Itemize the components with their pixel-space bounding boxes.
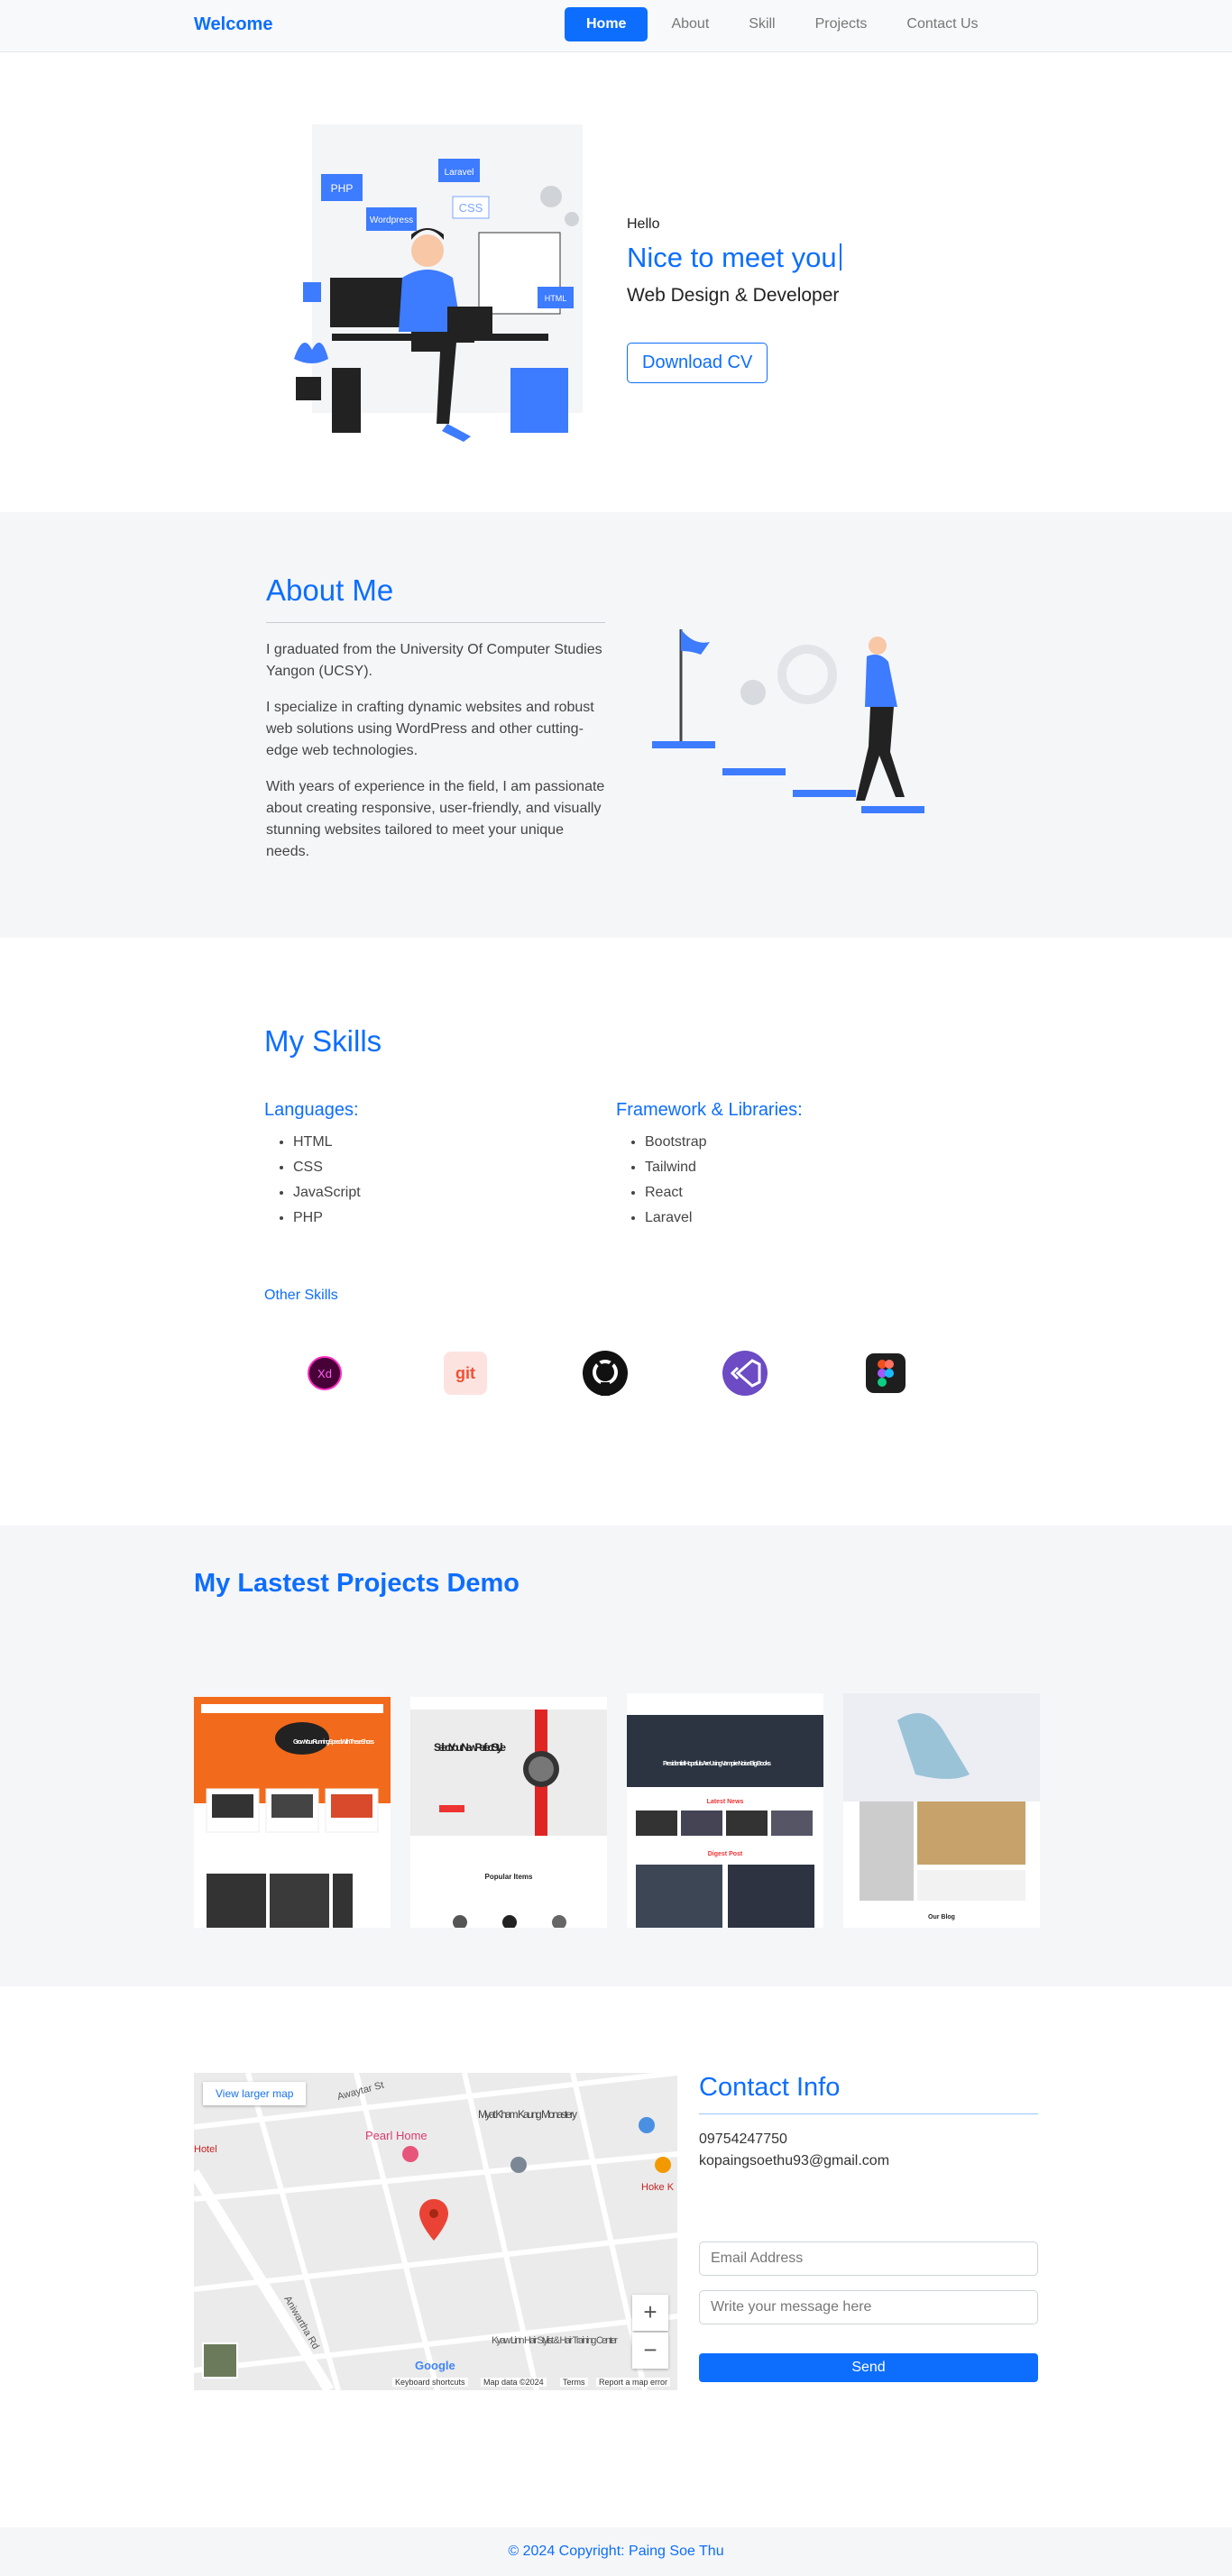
about-paragraph: I specialize in crafting dynamic website… [266, 700, 594, 758]
project-card[interactable]: Presidential Hopefuls Are Using Vampire … [627, 1693, 823, 1928]
git-icon: git [444, 1352, 487, 1395]
card4-heading: Our Blog [928, 1914, 955, 1921]
laravel-tag: Laravel [445, 168, 474, 178]
visual-studio-icon [722, 1351, 768, 1396]
map-label: Hotel [194, 2144, 217, 2155]
developer-illustration: PHP Laravel CSS Wordpress HTML [294, 124, 583, 442]
about-title: About Me [266, 573, 394, 607]
card1-heading: Grow Your Running Speed With These Shoes [293, 1739, 374, 1746]
map-label: Kyaw Linn Hair Stylist & Hair Training C… [492, 2335, 618, 2346]
card2-heading: Select Your New Perfect Style [434, 1741, 506, 1754]
email-field[interactable] [699, 2241, 1038, 2276]
project-thumbnail: Select Your New Perfect Style Popular It… [410, 1697, 607, 1928]
list-item: Tailwind [645, 1155, 803, 1180]
frameworks-column: Framework & Libraries: Bootstrap Tailwin… [616, 1100, 803, 1231]
map-label: Hoke K [641, 2182, 675, 2193]
about-paragraph: With years of experience in the field, I… [266, 779, 605, 859]
project-thumbnail: Our Blog [843, 1693, 1040, 1928]
send-button[interactable]: Send [699, 2353, 1038, 2382]
career-steps-illustration [652, 629, 924, 813]
contact-email: kopaingsoethu93@gmail.com [699, 2153, 890, 2168]
keyboard-shortcuts-link[interactable]: Keyboard shortcuts [392, 2378, 468, 2387]
projects-title: My Lastest Projects Demo [194, 1569, 520, 1598]
download-cv-button[interactable]: Download CV [627, 343, 768, 383]
project-card[interactable]: Grow Your Running Speed With These Shoes [194, 1697, 391, 1928]
contact-section: Awaytar St Myat Kham Kaung Monastery Pea… [0, 1986, 1232, 2527]
hero-section: PHP Laravel CSS Wordpress HTML Hello Nic… [0, 52, 1232, 512]
list-item: Bootstrap [645, 1130, 803, 1155]
google-logo: Google [415, 2359, 455, 2372]
hero-title-text: Nice to meet you [627, 242, 837, 273]
about-section: About Me I graduated from the University… [0, 512, 1232, 938]
xd-label: Xd [317, 1367, 332, 1380]
php-tag: PHP [331, 182, 354, 195]
list-item: HTML [293, 1130, 361, 1155]
adobe-xd-icon: Xd [308, 1356, 342, 1390]
map-label: Myat Kham Kaung Monastery [478, 2108, 577, 2121]
project-thumbnail: Grow Your Running Speed With These Shoes [194, 1697, 391, 1928]
map-label: Pearl Home [365, 2129, 428, 2142]
contact-info: Contact Info 09754247750 kopaingsoethu93… [699, 2073, 1038, 2382]
map-data-label: Map data ©2024 [481, 2378, 547, 2387]
css-tag: CSS [459, 201, 483, 215]
projects-section: My Lastest Projects Demo Grow Your Runni… [0, 1526, 1232, 1986]
git-label: git [455, 1364, 475, 1382]
list-item: Laravel [645, 1205, 803, 1231]
nav-home[interactable]: Home [565, 7, 648, 41]
card2-section: Popular Items [485, 1873, 533, 1881]
map-footer: Keyboard shortcuts Map data ©2024 Terms … [194, 2376, 677, 2390]
contact-phone: 09754247750 [699, 2131, 787, 2147]
card3-heading: Presidential Hopefuls Are Using Vampire … [663, 1761, 771, 1767]
wordpress-tag: Wordpress [370, 215, 413, 225]
skills-section: My Skills Languages: HTML CSS JavaScript… [0, 938, 1232, 1526]
embedded-map[interactable]: Awaytar St Myat Kham Kaung Monastery Pea… [194, 2073, 677, 2390]
typing-caret [839, 243, 841, 270]
figma-icon [866, 1353, 906, 1393]
frameworks-heading: Framework & Libraries: [616, 1100, 803, 1120]
list-item: PHP [293, 1205, 361, 1231]
project-card[interactable]: Our Blog [843, 1693, 1040, 1928]
hero-subtitle: Web Design & Developer [627, 285, 840, 306]
html-tag: HTML [545, 294, 567, 303]
card3-section2: Digest Post [708, 1851, 743, 1857]
contact-title: Contact Info [699, 2073, 841, 2102]
message-field[interactable] [699, 2290, 1038, 2324]
hero-title: Nice to meet you [627, 242, 841, 274]
languages-column: Languages: HTML CSS JavaScript PHP [264, 1100, 361, 1231]
map-canvas[interactable]: Awaytar St Myat Kham Kaung Monastery Pea… [194, 2073, 677, 2390]
view-larger-map-link[interactable]: View larger map [203, 2082, 307, 2105]
nav-skill[interactable]: Skill [729, 7, 795, 41]
report-map-error-link[interactable]: Report a map error [596, 2378, 671, 2387]
skills-title: My Skills [264, 1024, 382, 1058]
brand-logo[interactable]: Welcome [194, 14, 272, 35]
navbar: Welcome Home About Skill Projects Contac… [0, 0, 1232, 52]
about-divider [266, 622, 605, 623]
github-icon [583, 1351, 628, 1396]
about-text: About Me I graduated from the University… [266, 573, 605, 877]
list-item: CSS [293, 1155, 361, 1180]
card3-section1: Latest News [707, 1799, 744, 1805]
other-skills-heading: Other Skills [264, 1288, 338, 1303]
languages-list: HTML CSS JavaScript PHP [264, 1130, 361, 1231]
about-paragraph: I graduated from the University Of Compu… [266, 642, 602, 679]
list-item: React [645, 1180, 803, 1205]
project-card[interactable]: Select Your New Perfect Style Popular It… [410, 1697, 607, 1928]
zoom-out-button[interactable]: − [632, 2333, 668, 2369]
hero-text: Hello Nice to meet you Web Design & Deve… [627, 216, 841, 383]
frameworks-list: Bootstrap Tailwind React Laravel [616, 1130, 803, 1231]
project-thumbnail: Presidential Hopefuls Are Using Vampire … [627, 1693, 823, 1928]
nav-projects[interactable]: Projects [795, 7, 887, 41]
hero-greeting: Hello [627, 216, 660, 232]
site-footer: © 2024 Copyright: Paing Soe Thu [0, 2527, 1232, 2576]
nav-about[interactable]: About [651, 7, 729, 41]
contact-divider [699, 2113, 1038, 2114]
nav-contact[interactable]: Contact Us [887, 7, 998, 41]
list-item: JavaScript [293, 1180, 361, 1205]
copyright-text: © 2024 Copyright: Paing Soe Thu [508, 2544, 724, 2559]
zoom-in-button[interactable]: + [632, 2295, 668, 2331]
languages-heading: Languages: [264, 1100, 359, 1120]
terms-link[interactable]: Terms [560, 2378, 588, 2387]
nav-links: Home About Skill Projects Contact Us [565, 7, 998, 41]
